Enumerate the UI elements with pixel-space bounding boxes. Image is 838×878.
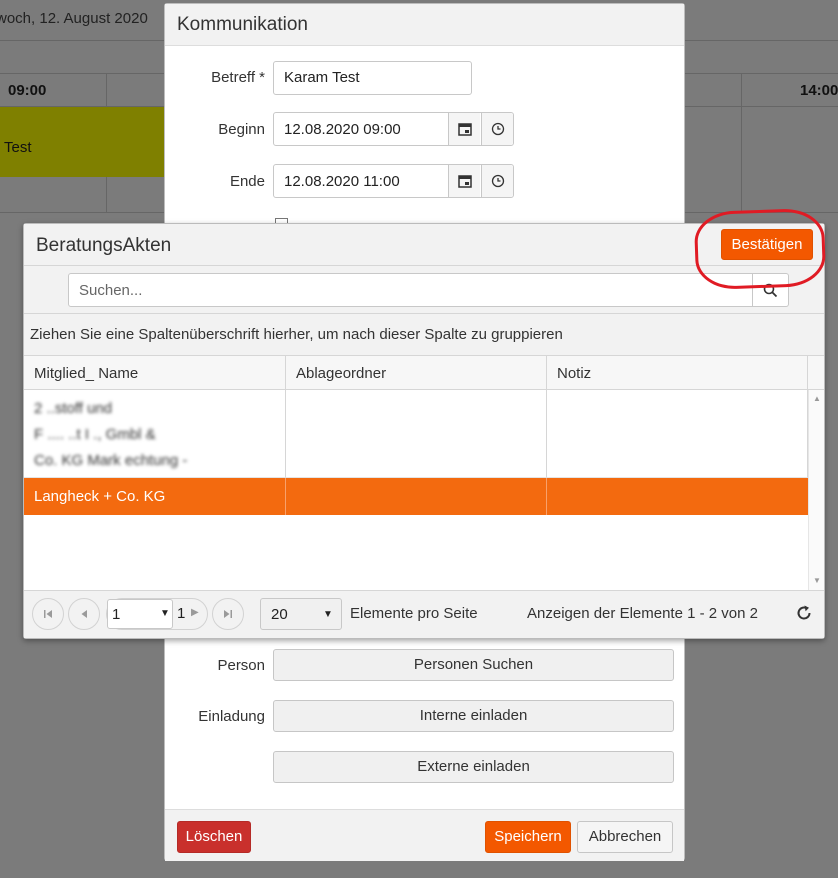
current-page: 1	[112, 606, 121, 623]
search-input[interactable]: Suchen...	[68, 273, 753, 307]
table-cell-ablageordner	[286, 478, 547, 515]
previous-page-icon	[81, 610, 87, 618]
next-page-icon[interactable]: ▶	[191, 607, 199, 618]
invite-external-button[interactable]: Externe einladen	[273, 751, 674, 783]
column-header-notiz[interactable]: Notiz	[547, 356, 808, 389]
column-header-ablageordner[interactable]: Ablageordner	[286, 356, 547, 389]
redacted-text: Co. KG Mark echtung -	[34, 452, 188, 469]
calendar-divider	[741, 73, 742, 213]
dialog-footer: Löschen Speichern Abbrechen	[165, 809, 684, 861]
group-drop-area[interactable]: Ziehen Sie eine Spaltenüberschrift hierh…	[24, 314, 824, 356]
cancel-button[interactable]: Abbrechen	[577, 821, 673, 853]
page-size-dropdown[interactable]: 20 ▼	[260, 598, 342, 630]
first-page-icon	[44, 610, 52, 618]
last-page-button[interactable]	[212, 598, 244, 630]
beginn-value: 12.08.2020 09:00	[284, 121, 401, 138]
betreff-input[interactable]: Karam Test	[273, 61, 472, 95]
scroll-up-arrow[interactable]: ▲	[813, 394, 821, 403]
calendar-icon[interactable]	[448, 113, 480, 145]
ende-value: 12.08.2020 11:00	[284, 173, 400, 190]
dialog-title: Kommunikation	[165, 4, 684, 46]
calendar-event[interactable]: Test	[0, 107, 165, 177]
table-row[interactable]: 2 ..stoff und F .... ..t I ., Gmbl & Co.…	[24, 390, 808, 478]
person-label: Person	[217, 657, 265, 674]
grid-header: Mitglied_ Name Ablageordner Notiz	[24, 356, 824, 390]
save-button[interactable]: Speichern	[485, 821, 571, 853]
chevron-down-icon: ▼	[160, 608, 170, 619]
first-page-button[interactable]	[32, 598, 64, 630]
last-page-icon	[224, 610, 232, 618]
total-pages: 1	[177, 605, 186, 622]
redacted-text: F .... ..t I ., Gmbl &	[34, 426, 156, 443]
page-selector[interactable]: 1 ▼ 1 ▶	[106, 598, 208, 630]
beginn-label: Beginn	[218, 121, 265, 138]
search-persons-button[interactable]: Personen Suchen	[273, 649, 674, 681]
table-cell-notiz	[547, 390, 808, 478]
table-cell-notiz	[547, 478, 808, 515]
ende-label: Ende	[229, 173, 265, 190]
beginn-datetime-picker[interactable]: 12.08.2020 09:00	[273, 112, 514, 146]
window-title: BeratungsAkten	[36, 235, 172, 256]
table-cell-ablageordner	[286, 390, 547, 478]
page-size-value: 20	[271, 606, 288, 623]
clock-icon[interactable]	[481, 113, 513, 145]
grid-body: 2 ..stoff und F .... ..t I ., Gmbl & Co.…	[24, 390, 824, 590]
calendar-time-slot: 14:00	[800, 82, 838, 99]
redacted-text: 2 ..stoff und	[34, 400, 113, 417]
row-name: Langheck + Co. KG	[34, 488, 166, 505]
pager: 1 ▼ 1 ▶ 20 ▼ Elemente pro Seite Anzeigen…	[24, 590, 824, 638]
calendar-icon[interactable]	[448, 165, 480, 197]
previous-page-button[interactable]	[68, 598, 100, 630]
column-header-name[interactable]: Mitglied_ Name	[24, 356, 286, 389]
clock-icon[interactable]	[481, 165, 513, 197]
beratungsakten-window: BeratungsAkten Bestätigen Suchen... Zieh…	[23, 223, 825, 639]
refresh-icon[interactable]	[794, 603, 814, 623]
chevron-down-icon: ▼	[323, 609, 333, 620]
calendar-event-label: Test	[4, 139, 32, 156]
table-cell-name: Langheck + Co. KG	[24, 478, 286, 515]
delete-button[interactable]: Löschen	[177, 821, 251, 853]
betreff-label: Betreff *	[211, 69, 265, 86]
ende-datetime-picker[interactable]: 12.08.2020 11:00	[273, 164, 514, 198]
invite-internal-button[interactable]: Interne einladen	[273, 700, 674, 732]
einladung-label: Einladung	[198, 708, 265, 725]
scroll-down-arrow[interactable]: ▼	[813, 576, 821, 585]
calendar-date: woch, 12. August 2020	[0, 10, 148, 27]
table-row-selected[interactable]: Langheck + Co. KG	[24, 478, 808, 515]
per-page-label: Elemente pro Seite	[350, 605, 478, 622]
highlight-annotation	[693, 207, 827, 291]
calendar-time-slot: 09:00	[8, 82, 47, 99]
page-dropdown[interactable]: 1 ▼	[107, 599, 173, 629]
pager-info: Anzeigen der Elemente 1 - 2 von 2	[527, 605, 758, 622]
vertical-scrollbar[interactable]: ▲ ▼	[808, 390, 824, 590]
table-cell-name: 2 ..stoff und F .... ..t I ., Gmbl & Co.…	[24, 390, 286, 478]
